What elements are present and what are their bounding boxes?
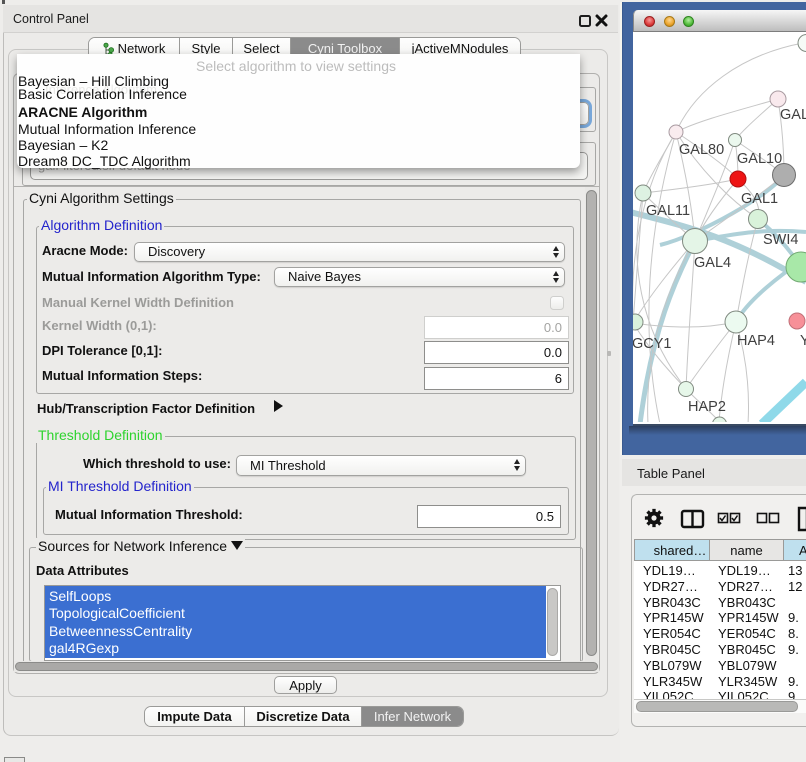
- svg-text:HAP2: HAP2: [688, 399, 726, 415]
- svg-text:GAL10: GAL10: [737, 151, 782, 167]
- svg-text:GAL7: GAL7: [780, 107, 806, 123]
- svg-text:GAL80: GAL80: [679, 142, 724, 158]
- svg-text:GCY1: GCY1: [633, 336, 672, 352]
- svg-text:SWI4: SWI4: [763, 232, 798, 248]
- svg-text:HAP4: HAP4: [737, 333, 775, 349]
- svg-text:GAL11: GAL11: [646, 203, 690, 219]
- svg-text:Y: Y: [800, 333, 806, 349]
- svg-text:GAL1: GAL1: [741, 191, 778, 207]
- svg-text:GAL4: GAL4: [694, 255, 731, 271]
